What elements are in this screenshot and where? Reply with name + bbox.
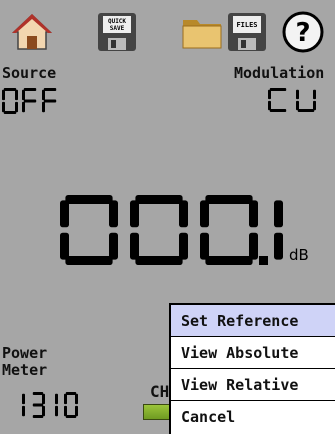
house-icon	[12, 13, 52, 50]
segment	[42, 393, 45, 405]
segment	[22, 393, 25, 405]
files-text: FILES	[236, 21, 257, 29]
menu-item-cancel[interactable]: Cancel	[171, 401, 335, 433]
segment	[15, 89, 18, 101]
segment	[3, 88, 17, 91]
segment	[60, 200, 69, 228]
channel-level-bar	[143, 404, 171, 420]
menu-item-view-relative[interactable]: View Relative	[171, 369, 335, 401]
segment	[43, 88, 57, 91]
segment	[296, 89, 299, 100]
home-button[interactable]	[10, 10, 54, 54]
segment	[205, 256, 253, 265]
segment	[313, 89, 316, 100]
files-button[interactable]: FILES	[225, 10, 269, 54]
segment	[32, 392, 44, 395]
segment	[135, 256, 183, 265]
segment	[135, 195, 183, 204]
segment	[179, 200, 188, 228]
quick-save-text-line1: QUICK	[108, 18, 126, 25]
segment	[42, 89, 45, 101]
segment	[200, 200, 209, 228]
segment	[43, 99, 57, 103]
toolbar: QUICK SAVE FILES ?	[0, 0, 335, 62]
segment	[130, 232, 139, 260]
segment	[109, 232, 118, 260]
segment	[268, 89, 271, 100]
folder-button[interactable]	[180, 10, 224, 54]
main-reading	[60, 195, 285, 267]
segment	[15, 101, 18, 113]
segment	[200, 232, 209, 260]
power-meter-value	[18, 392, 98, 422]
floppy-icon: FILES	[228, 13, 266, 51]
segment	[65, 415, 77, 418]
segment	[313, 100, 316, 111]
segment	[274, 232, 283, 260]
segment	[65, 256, 113, 265]
help-glyph: ?	[295, 18, 310, 48]
segment	[130, 200, 139, 228]
power-meter-label-line2: Meter	[2, 361, 48, 379]
segment	[22, 405, 25, 417]
segment	[60, 232, 69, 260]
channel-label: CH	[150, 382, 170, 401]
segment	[269, 88, 287, 91]
segment	[2, 89, 5, 101]
menu-item-set-reference[interactable]: Set Reference	[171, 305, 335, 337]
help-button[interactable]: ?	[281, 10, 325, 54]
source-label: Source	[2, 64, 57, 82]
power-meter-label-line1: Power	[2, 344, 48, 362]
segment	[296, 100, 299, 111]
segment	[42, 101, 45, 113]
segment	[65, 392, 77, 395]
segment	[22, 101, 25, 113]
segment	[75, 405, 78, 417]
segment	[274, 200, 283, 228]
segment	[3, 111, 17, 114]
question-icon: ?	[282, 11, 324, 53]
segment	[42, 405, 45, 417]
segment	[64, 393, 67, 405]
unit-label: dB	[289, 246, 309, 264]
menu-item-view-absolute[interactable]: View Absolute	[171, 337, 335, 369]
segment	[268, 100, 271, 111]
segment	[22, 89, 25, 101]
quick-save-text-line2: SAVE	[110, 25, 125, 32]
segment	[65, 195, 113, 204]
quick-save-button[interactable]: QUICK SAVE	[95, 10, 139, 54]
segment	[297, 109, 315, 112]
segment	[64, 405, 67, 417]
segment	[2, 101, 5, 113]
floppy-icon: QUICK SAVE	[98, 13, 136, 51]
folder-icon	[182, 20, 222, 49]
segment	[75, 393, 78, 405]
decimal-point	[259, 256, 268, 265]
modulation-value[interactable]	[258, 88, 328, 118]
segment	[32, 403, 44, 407]
segment	[249, 232, 258, 260]
context-menu: Set Reference View Absolute View Relativ…	[169, 303, 335, 434]
segment	[23, 88, 37, 91]
segment	[55, 405, 58, 417]
modulation-label: Modulation	[234, 64, 325, 82]
segment	[269, 109, 287, 112]
segment	[32, 415, 44, 418]
segment	[55, 393, 58, 405]
segment	[23, 99, 37, 103]
segment	[205, 195, 253, 204]
source-value[interactable]	[2, 88, 62, 118]
segment	[179, 232, 188, 260]
segment	[249, 200, 258, 228]
segment	[109, 200, 118, 228]
